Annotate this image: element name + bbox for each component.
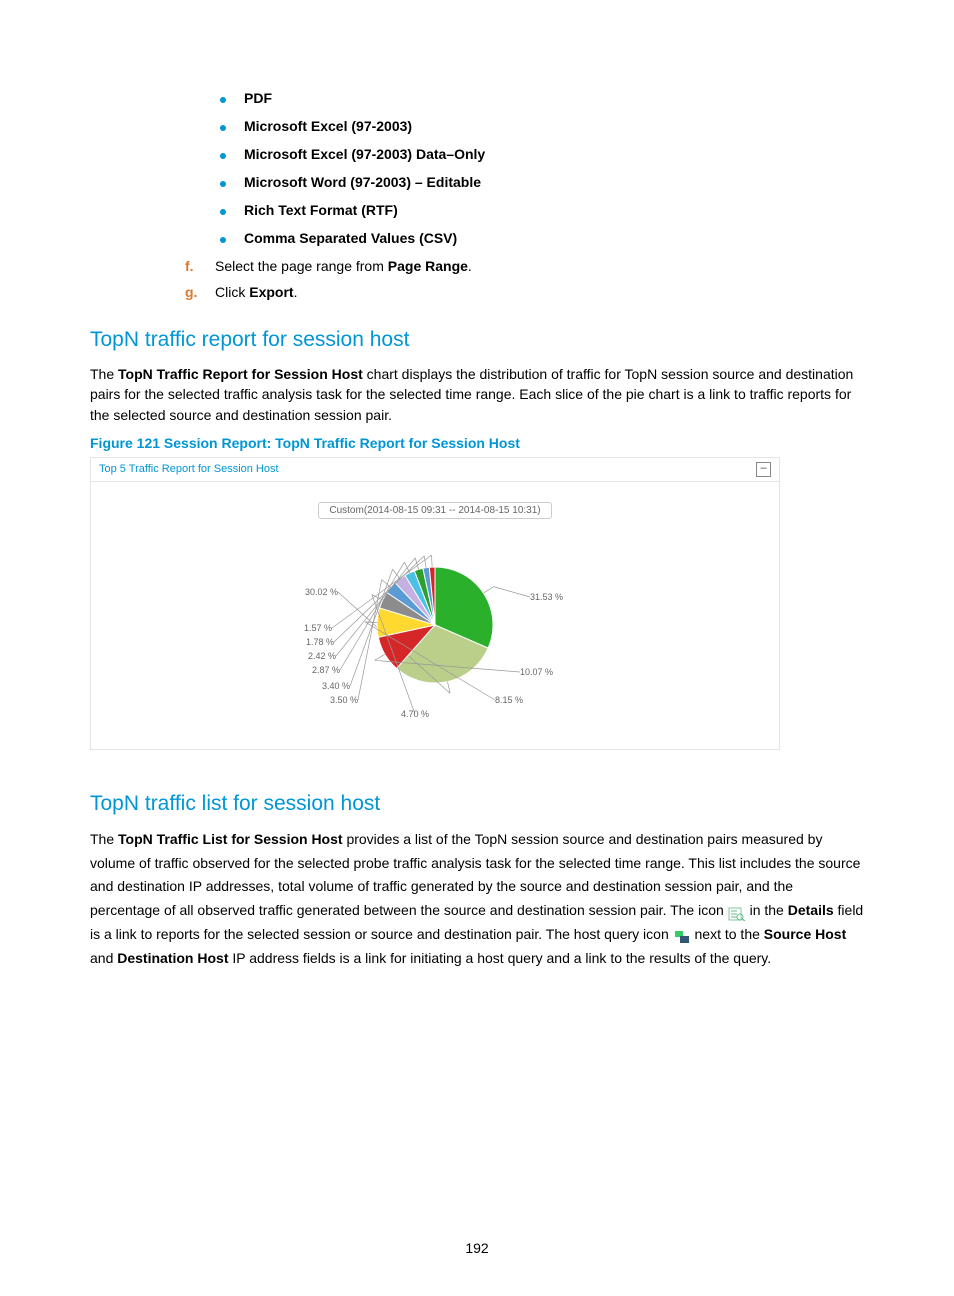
step-text: Click Export. <box>215 284 297 300</box>
step-f: f. Select the page range from Page Range… <box>185 258 864 274</box>
list-item: PDF <box>220 90 864 106</box>
paragraph: The TopN Traffic Report for Session Host… <box>90 364 864 425</box>
list-item: Comma Separated Values (CSV) <box>220 230 864 246</box>
bold-text: Source Host <box>764 926 846 942</box>
svg-text:2.42 %: 2.42 % <box>308 651 336 661</box>
format-label: Microsoft Word (97-2003) – Editable <box>244 174 481 190</box>
svg-text:4.70 %: 4.70 % <box>401 709 429 719</box>
format-label: Rich Text Format (RTF) <box>244 202 398 218</box>
svg-text:8.15 %: 8.15 % <box>495 695 523 705</box>
list-item: Microsoft Word (97-2003) – Editable <box>220 174 864 190</box>
bold-text: Page Range <box>388 258 468 274</box>
format-list: PDF Microsoft Excel (97-2003) Microsoft … <box>220 90 864 246</box>
svg-text:3.40 %: 3.40 % <box>322 681 350 691</box>
collapse-button[interactable]: – <box>756 462 771 477</box>
text: . <box>468 258 472 274</box>
chart-subtitle: Custom(2014-08-15 09:31 -- 2014-08-15 10… <box>318 502 551 519</box>
step-g: g. Click Export. <box>185 284 864 300</box>
pie-svg: 31.53 % 30.02 % 10.07 % 8.15 % 4.70 % 3.50 % 3… <box>280 555 590 725</box>
step-list: f. Select the page range from Page Range… <box>185 258 864 300</box>
svg-text:2.87 %: 2.87 % <box>312 665 340 675</box>
step-letter: f. <box>185 258 215 274</box>
details-icon <box>728 905 746 919</box>
svg-text:1.78 %: 1.78 % <box>306 637 334 647</box>
host-query-icon <box>673 928 691 942</box>
figure-caption: Figure 121 Session Report: TopN Traffic … <box>90 435 864 451</box>
figure-panel: Top 5 Traffic Report for Session Host – … <box>90 457 780 750</box>
format-label: Microsoft Excel (97-2003) Data–Only <box>244 146 485 162</box>
text: The <box>90 366 118 382</box>
step-letter: g. <box>185 284 215 300</box>
paragraph: The TopN Traffic List for Session Host p… <box>90 828 864 971</box>
text: next to the <box>695 926 764 942</box>
bullet-icon <box>220 153 226 159</box>
figure-title: Top 5 Traffic Report for Session Host <box>99 463 279 475</box>
bullet-icon <box>220 97 226 103</box>
format-label: Microsoft Excel (97-2003) <box>244 118 412 134</box>
text: Select the page range from <box>215 258 388 274</box>
svg-text:1.57 %: 1.57 % <box>304 623 332 633</box>
bold-text: TopN Traffic List for Session Host <box>118 831 343 847</box>
bold-text: TopN Traffic Report for Session Host <box>118 366 363 382</box>
list-item: Rich Text Format (RTF) <box>220 202 864 218</box>
list-item: Microsoft Excel (97-2003) <box>220 118 864 134</box>
text: in the <box>750 902 788 918</box>
text: The <box>90 831 118 847</box>
figure-header: Top 5 Traffic Report for Session Host – <box>91 457 779 482</box>
format-label: PDF <box>244 90 272 106</box>
bold-text: Destination Host <box>117 950 228 966</box>
bullet-icon <box>220 181 226 187</box>
bold-text: Details <box>788 902 834 918</box>
text: . <box>294 284 298 300</box>
text: IP address fields is a link for initiati… <box>228 950 771 966</box>
svg-text:30.02 %: 30.02 % <box>305 587 338 597</box>
bullet-icon <box>220 237 226 243</box>
pie-chart: 31.53 % 30.02 % 10.07 % 8.15 % 4.70 % 3.50 % 3… <box>280 555 590 725</box>
step-text: Select the page range from Page Range. <box>215 258 472 274</box>
bullet-icon <box>220 209 226 215</box>
heading-topn-list: TopN traffic list for session host <box>90 792 864 816</box>
bold-text: Export <box>249 284 293 300</box>
bullet-icon <box>220 125 226 131</box>
list-item: Microsoft Excel (97-2003) Data–Only <box>220 146 864 162</box>
svg-text:3.50 %: 3.50 % <box>330 695 358 705</box>
heading-topn-report: TopN traffic report for session host <box>90 328 864 352</box>
svg-text:10.07 %: 10.07 % <box>520 667 553 677</box>
chart-area: Custom(2014-08-15 09:31 -- 2014-08-15 10… <box>91 482 779 749</box>
text: Click <box>215 284 249 300</box>
format-label: Comma Separated Values (CSV) <box>244 230 457 246</box>
svg-text:31.53 %: 31.53 % <box>530 592 563 602</box>
text: and <box>90 950 117 966</box>
page-number: 192 <box>0 1240 954 1256</box>
